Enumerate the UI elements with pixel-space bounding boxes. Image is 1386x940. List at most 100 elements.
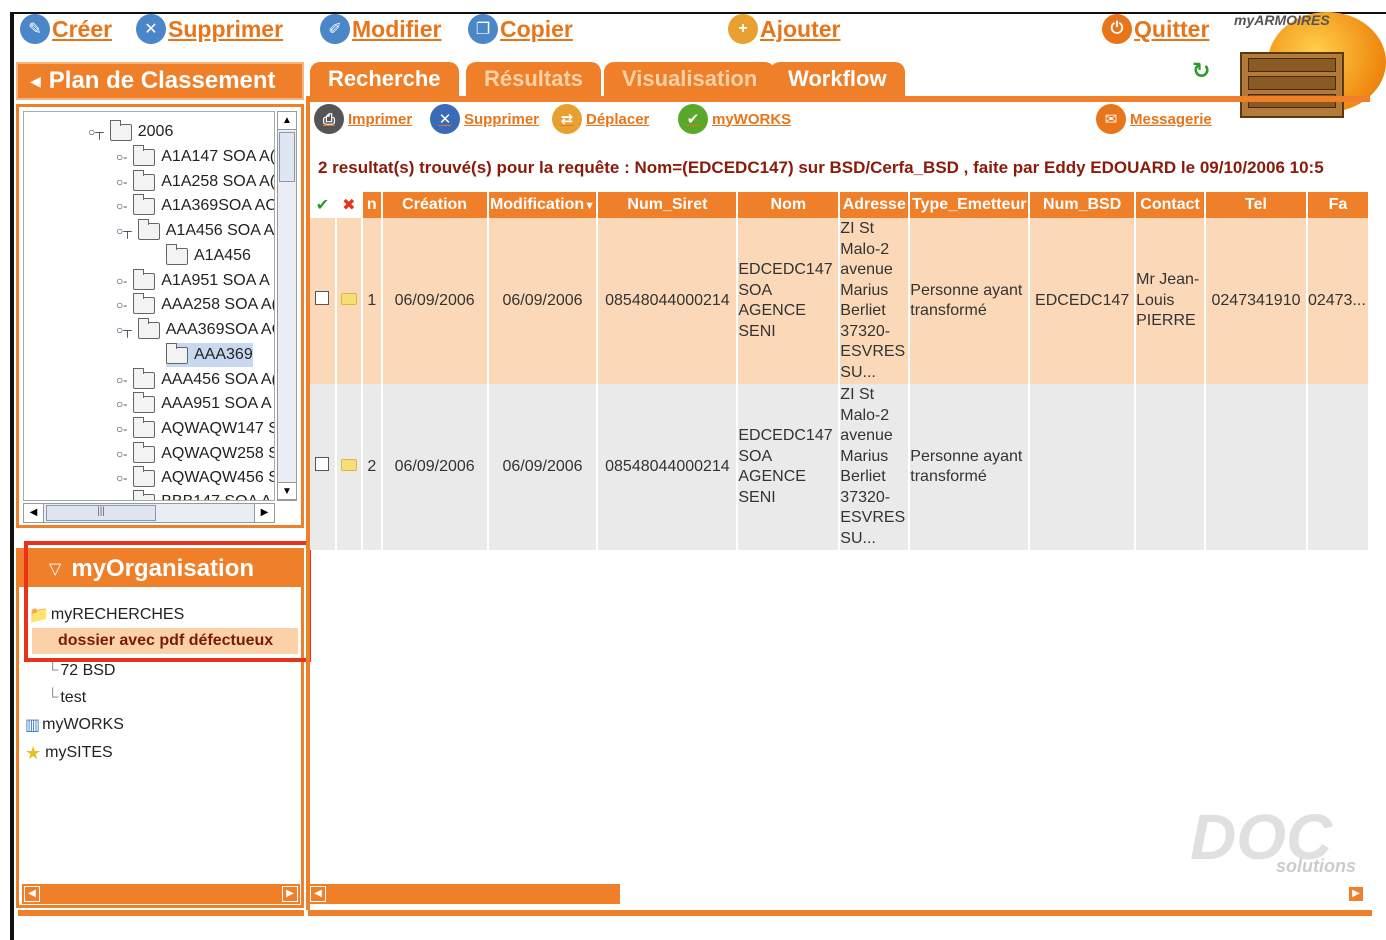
tree-node-label: A1A456 — [194, 247, 251, 264]
quitter-label: Quitter — [1134, 15, 1210, 42]
scroll-up-arrow-icon[interactable]: ▲ — [278, 112, 296, 130]
col-header-type-emetteur[interactable]: Type_Emetteur — [909, 192, 1031, 218]
folder-icon[interactable] — [340, 292, 357, 305]
col-header-fa[interactable]: Fa — [1306, 192, 1370, 218]
copier-label: Copier — [500, 15, 573, 42]
col-header-num-bsd[interactable]: Num_BSD — [1029, 192, 1137, 218]
tree-node[interactable]: ○- A1A147 SOA A( — [116, 144, 274, 169]
tree-node-label: A1A369SOA AC — [161, 197, 275, 214]
tree-node[interactable]: ○- AAA456 SOA A( — [116, 367, 274, 392]
tree-node[interactable]: ○- AQWAQW456 S — [116, 465, 274, 490]
tree-node[interactable]: ○- A1A951 SOA A — [116, 268, 270, 293]
row-checkbox-cell — [310, 218, 337, 384]
col-header-nom[interactable]: Nom — [737, 192, 841, 218]
results-scroll-right[interactable]: ▶ — [1346, 884, 1368, 904]
creer-button[interactable]: ✎ Créer — [20, 14, 112, 44]
folder-icon — [133, 465, 156, 487]
folder-icon — [133, 144, 156, 166]
cell-adresse: ZI St Malo-2 avenue Marius Berliet 37320… — [839, 384, 911, 550]
col-header-tel[interactable]: Tel — [1205, 192, 1308, 218]
tree-node[interactable]: ○- AQWAQW147 S — [116, 416, 275, 441]
row-checkbox-cell — [310, 384, 337, 550]
cell-nom: EDCEDC147 SOA AGENCE SENI — [737, 218, 841, 384]
tree-node[interactable]: ○- A1A258 SOA A( — [116, 169, 274, 194]
tree-node[interactable]: ○- AQWAQW258 S — [116, 441, 274, 466]
scroll-thumb[interactable]: ||| — [46, 505, 156, 521]
deplacer-button[interactable]: ⇄ Déplacer — [552, 104, 649, 134]
create-icon: ✎ — [20, 14, 50, 44]
scroll-left-arrow-icon[interactable]: ◀ — [24, 504, 44, 522]
tab-visualisation[interactable]: Visualisation — [604, 62, 776, 96]
org-item-test[interactable]: └ test — [47, 686, 86, 710]
row-checkbox[interactable] — [315, 290, 330, 305]
col-header-num-siret[interactable]: Num_Siret — [597, 192, 739, 218]
folder-icon — [166, 243, 188, 265]
col-header-creation[interactable]: Création — [381, 192, 489, 218]
org-item-label: test — [60, 689, 87, 706]
quitter-button[interactable]: ⏻ Quitter — [1102, 14, 1209, 44]
col-header-n[interactable]: n — [361, 192, 383, 218]
col-header-contact[interactable]: Contact — [1135, 192, 1207, 218]
tree-vertical-scrollbar[interactable]: ▲ ▼ — [277, 111, 297, 501]
table-row[interactable]: 1 06/09/2006 06/09/2006 08548044000214 E… — [310, 218, 1370, 384]
tab-resultats[interactable]: Résultats — [466, 62, 602, 96]
scroll-left-arrow-icon[interactable]: ◀ — [24, 886, 40, 902]
plan-classement-title: Plan de Classement — [48, 67, 276, 94]
cell-bsd — [1029, 384, 1137, 550]
scroll-right-arrow-icon[interactable]: ▶ — [254, 504, 274, 522]
tree-node[interactable]: ○- AAA258 SOA A( — [116, 292, 275, 317]
org-item-72-bsd[interactable]: └ 72 BSD — [47, 659, 115, 683]
tab-underline — [306, 96, 1370, 102]
scroll-thumb[interactable] — [279, 132, 295, 182]
tree-node-label: AAA258 SOA A( — [161, 296, 275, 313]
left-horizontal-scrollbar[interactable]: ◀ ▶ — [22, 884, 300, 904]
tree-node[interactable]: ○- AAA951 SOA A — [116, 391, 272, 416]
imprimer-button[interactable]: ⎙ Imprimer — [314, 104, 412, 134]
highlight-annotation — [24, 541, 311, 662]
scroll-right-arrow-icon[interactable]: ▶ — [282, 886, 298, 902]
org-item-myworks[interactable]: ▥ myWORKS — [25, 713, 124, 737]
results-horizontal-scrollbar[interactable]: ◀ — [308, 884, 620, 904]
myworks-button[interactable]: ✔ myWORKS — [678, 104, 791, 134]
scroll-down-arrow-icon[interactable]: ▼ — [278, 482, 296, 500]
tree-node[interactable]: ○┬ A1A456 SOA A( — [116, 218, 274, 243]
refresh-icon[interactable]: ↻ — [1192, 58, 1210, 84]
table-row[interactable]: 2 06/09/2006 06/09/2006 08548044000214 E… — [310, 384, 1370, 550]
tree-node-label: AQWAQW147 S — [161, 420, 275, 437]
cell-tel — [1205, 384, 1308, 550]
row-checkbox[interactable] — [315, 456, 330, 471]
mail-icon: ✉ — [1096, 104, 1126, 134]
delete-column-icon[interactable]: ✖ — [335, 192, 363, 218]
tree-node[interactable]: ○-BBB147 SOA A — [116, 489, 272, 500]
supprimer-button[interactable]: ✕ Supprimer — [136, 14, 283, 44]
folder-icon — [133, 416, 156, 438]
supprimer-results-button[interactable]: ✕ Supprimer — [430, 104, 539, 134]
tab-recherche[interactable]: Recherche — [310, 62, 459, 96]
cell-contact — [1135, 384, 1207, 550]
messagerie-button[interactable]: ✉ Messagerie — [1096, 104, 1212, 134]
tree-node[interactable]: A1A456 — [166, 243, 251, 268]
tree-node[interactable]: ○┬ AAA369SOA AC — [116, 317, 274, 342]
org-item-mysites[interactable]: ★ mySITES — [25, 741, 113, 765]
copier-button[interactable]: ❐ Copier — [468, 14, 573, 44]
select-all-check-icon[interactable]: ✔ — [310, 192, 337, 218]
modifier-button[interactable]: ✐ Modifier — [320, 14, 441, 44]
folder-icon[interactable] — [340, 458, 357, 471]
tab-workflow[interactable]: Workflow — [770, 62, 905, 96]
tree-horizontal-scrollbar[interactable]: ◀ ||| ▶ — [23, 503, 275, 523]
tree-node-selected[interactable]: AAA369 — [166, 342, 253, 367]
col-header-adresse[interactable]: Adresse — [839, 192, 911, 218]
ajouter-button[interactable]: + Ajouter — [728, 14, 841, 44]
folder-icon — [133, 489, 156, 500]
results-grid-container: ✔ ✖ n Création Modification▼ Num_Siret N… — [310, 192, 1370, 554]
plan-classement-header[interactable]: ◀ Plan de Classement — [16, 62, 304, 100]
scroll-right-arrow-icon[interactable]: ▶ — [1348, 886, 1364, 902]
col-header-modification[interactable]: Modification▼ — [487, 192, 599, 218]
collapse-arrow-icon: ◀ — [30, 72, 41, 89]
scroll-left-arrow-icon[interactable]: ◀ — [310, 886, 326, 902]
tree-node-label: BBB147 SOA A — [161, 493, 271, 500]
org-item-label: myWORKS — [42, 716, 124, 733]
tree-node-2006[interactable]: ○┬ 2006 — [88, 119, 173, 144]
cell-contact: Mr Jean-Louis PIERRE — [1135, 218, 1207, 384]
tree-node[interactable]: ○- A1A369SOA AC — [116, 193, 275, 218]
